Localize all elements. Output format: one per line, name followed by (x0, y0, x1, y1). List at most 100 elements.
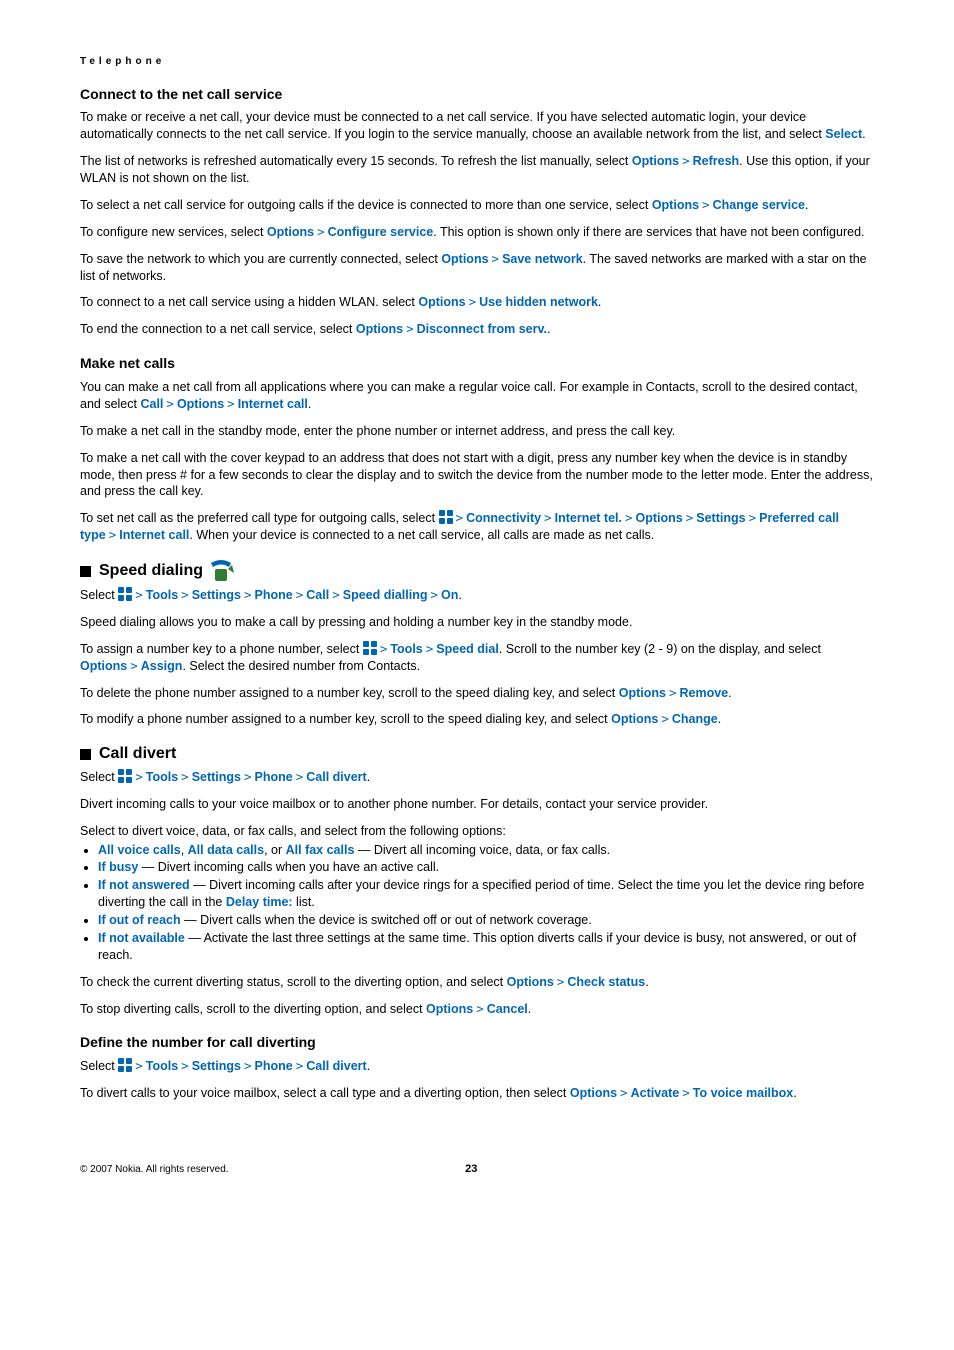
chevron-right-icon: > (666, 685, 680, 700)
ui-term-remove: Remove (680, 686, 729, 700)
ui-term-options: Options (80, 659, 127, 673)
chapter-heading: Telephone (80, 55, 874, 69)
paragraph: To modify a phone number assigned to a n… (80, 711, 874, 728)
ui-term-settings: Settings (192, 1059, 241, 1073)
section-speed-dialing-title: Speed dialing (80, 559, 874, 583)
ui-term-change-service: Change service (713, 198, 805, 212)
chevron-right-icon: > (178, 769, 192, 784)
paragraph: Divert incoming calls to your voice mail… (80, 796, 874, 813)
nav-path: Select >Tools>Settings>Phone>Call divert… (80, 769, 874, 786)
ui-term-change: Change (672, 712, 718, 726)
paragraph: To check the current diverting status, s… (80, 974, 874, 991)
ui-term-options: Options (636, 511, 683, 525)
bullet-square-icon (80, 566, 91, 577)
ui-term-all-fax-calls: All fax calls (286, 843, 355, 857)
chevron-right-icon: > (541, 510, 555, 525)
chevron-right-icon: > (617, 1085, 631, 1100)
ui-term-phone: Phone (255, 588, 293, 602)
speed-dial-icon (207, 559, 235, 583)
paragraph: Speed dialing allows you to make a call … (80, 614, 874, 631)
menu-key-icon (118, 587, 132, 601)
ui-term-cancel: Cancel (487, 1002, 528, 1016)
chevron-right-icon: > (554, 974, 568, 989)
ui-term-options: Options (356, 322, 403, 336)
chevron-right-icon: > (178, 1058, 192, 1073)
menu-key-icon (439, 510, 453, 524)
chevron-right-icon: > (178, 587, 192, 602)
paragraph: You can make a net call from all applica… (80, 379, 874, 413)
ui-term-settings: Settings (696, 511, 745, 525)
ui-term-options: Options (632, 154, 679, 168)
ui-term-use-hidden-network: Use hidden network (479, 295, 598, 309)
ui-term-call-divert: Call divert (306, 1059, 366, 1073)
chevron-right-icon: > (427, 587, 441, 602)
menu-key-icon (118, 1058, 132, 1072)
chevron-right-icon: > (699, 197, 713, 212)
section-connect-title: Connect to the net call service (80, 85, 874, 104)
ui-term-if-busy: If busy (98, 860, 138, 874)
ui-term-internet-call: Internet call (119, 528, 189, 542)
chevron-right-icon: > (224, 396, 238, 411)
chevron-right-icon: > (241, 1058, 255, 1073)
menu-key-icon (118, 769, 132, 783)
ui-term-if-out-of-reach: If out of reach (98, 913, 181, 927)
list-item: If not available — Activate the last thr… (98, 930, 874, 964)
ui-term-select: Select (825, 127, 862, 141)
ui-term-settings: Settings (192, 588, 241, 602)
paragraph: To configure new services, select Option… (80, 224, 874, 241)
ui-term-options: Options (570, 1086, 617, 1100)
ui-term-options: Options (441, 252, 488, 266)
chevron-right-icon: > (329, 587, 343, 602)
ui-term-options: Options (426, 1002, 473, 1016)
chevron-right-icon: > (466, 294, 480, 309)
chevron-right-icon: > (293, 1058, 307, 1073)
paragraph: To make or receive a net call, your devi… (80, 109, 874, 143)
ui-term-speed-dial: Speed dial (436, 642, 499, 656)
bullet-square-icon (80, 749, 91, 760)
nav-path: Select >Tools>Settings>Phone>Call>Speed … (80, 587, 874, 604)
ui-term-on: On (441, 588, 458, 602)
chevron-right-icon: > (377, 641, 391, 656)
ui-term-internet-tel: Internet tel. (555, 511, 622, 525)
chevron-right-icon: > (132, 1058, 146, 1073)
paragraph: To connect to a net call service using a… (80, 294, 874, 311)
ui-term-all-voice-calls: All voice calls (98, 843, 181, 857)
page-footer: © 2007 Nokia. All rights reserved. 23 (80, 1162, 874, 1177)
ui-term-call-divert: Call divert (306, 770, 366, 784)
list-item: If out of reach — Divert calls when the … (98, 912, 874, 929)
ui-term-tools: Tools (146, 588, 178, 602)
paragraph: The list of networks is refreshed automa… (80, 153, 874, 187)
paragraph: To delete the phone number assigned to a… (80, 685, 874, 702)
ui-term-internet-call: Internet call (238, 397, 308, 411)
chevron-right-icon: > (241, 769, 255, 784)
chevron-right-icon: > (293, 769, 307, 784)
ui-term-check-status: Check status (567, 975, 645, 989)
ui-term-options: Options (267, 225, 314, 239)
ui-term-all-data-calls: All data calls (188, 843, 264, 857)
list-item: If busy — Divert incoming calls when you… (98, 859, 874, 876)
chevron-right-icon: > (658, 711, 672, 726)
menu-key-icon (363, 641, 377, 655)
paragraph: To divert calls to your voice mailbox, s… (80, 1085, 874, 1102)
ui-term-assign: Assign (141, 659, 183, 673)
chevron-right-icon: > (314, 224, 328, 239)
copyright: © 2007 Nokia. All rights reserved. (80, 1163, 229, 1177)
ui-term-options: Options (418, 295, 465, 309)
ui-term-speed-dialling: Speed dialling (343, 588, 428, 602)
ui-term-to-voice-mailbox: To voice mailbox (693, 1086, 794, 1100)
chevron-right-icon: > (622, 510, 636, 525)
ui-term-phone: Phone (255, 770, 293, 784)
ui-term-options: Options (619, 686, 666, 700)
paragraph: To end the connection to a net call serv… (80, 321, 874, 338)
chevron-right-icon: > (679, 1085, 693, 1100)
ui-term-options: Options (507, 975, 554, 989)
ui-term-refresh: Refresh (693, 154, 740, 168)
chevron-right-icon: > (403, 321, 417, 336)
chevron-right-icon: > (241, 587, 255, 602)
options-list: All voice calls, All data calls, or All … (80, 842, 874, 964)
paragraph: Select to divert voice, data, or fax cal… (80, 823, 874, 840)
ui-term-phone: Phone (255, 1059, 293, 1073)
ui-term-connectivity: Connectivity (466, 511, 541, 525)
paragraph: To make a net call in the standby mode, … (80, 423, 874, 440)
ui-term-settings: Settings (192, 770, 241, 784)
